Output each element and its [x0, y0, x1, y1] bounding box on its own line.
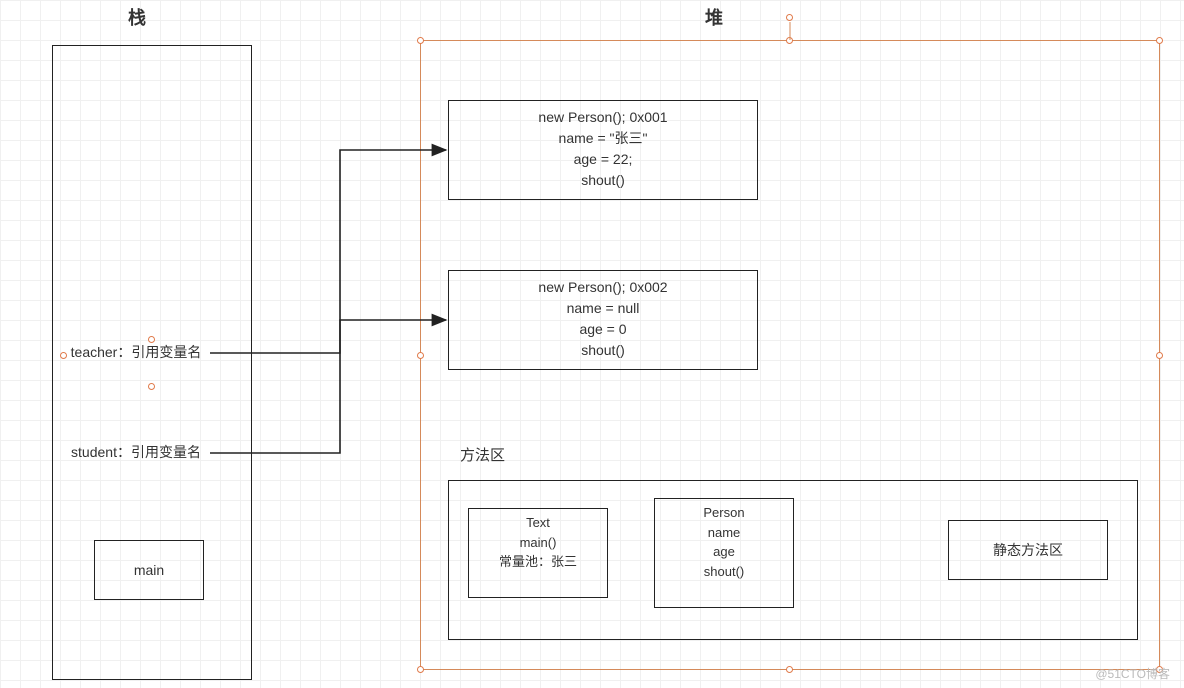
heap-obj2: new Person(); 0x002 name = null age = 0 …: [448, 270, 758, 370]
watermark: @51CTO博客: [1095, 665, 1170, 682]
handle-tm[interactable]: [786, 37, 793, 44]
main-text: main: [134, 560, 164, 581]
obj2-l2: name = null: [457, 298, 749, 319]
person-l1: Person: [659, 503, 789, 523]
person-l3: age: [659, 542, 789, 562]
handle-tl[interactable]: [417, 37, 424, 44]
obj1-l3: age = 22;: [457, 149, 749, 170]
student-text: student：引用变量名: [71, 444, 201, 460]
obj1-l2: name = "张三": [457, 128, 749, 149]
person-l4: shout(): [659, 562, 789, 582]
main-box: main: [94, 540, 204, 600]
handle-bm[interactable]: [786, 666, 793, 673]
method-static-box: 静态方法区: [948, 520, 1108, 580]
teacher-label[interactable]: teacher：引用变量名: [66, 342, 206, 363]
student-label: student：引用变量名: [66, 442, 206, 463]
handle-mr[interactable]: [1156, 352, 1163, 359]
heap-obj1: new Person(); 0x001 name = "张三" age = 22…: [448, 100, 758, 200]
teacher-handle-t[interactable]: [148, 336, 155, 343]
stack-title: 栈: [128, 4, 146, 30]
obj2-l1: new Person(); 0x002: [457, 277, 749, 298]
obj1-l1: new Person(); 0x001: [457, 107, 749, 128]
obj1-l4: shout(): [457, 170, 749, 191]
heap-title: 堆: [705, 4, 723, 30]
handle-tr[interactable]: [1156, 37, 1163, 44]
text-l1: Text: [473, 513, 603, 533]
obj2-l3: age = 0: [457, 319, 749, 340]
teacher-handle-l[interactable]: [60, 352, 67, 359]
teacher-text: teacher：引用变量名: [71, 344, 202, 360]
text-l2: main(): [473, 533, 603, 553]
handle-rotate[interactable]: [786, 14, 793, 21]
text-l3: 常量池：张三: [473, 552, 603, 572]
handle-bl[interactable]: [417, 666, 424, 673]
teacher-handle-b[interactable]: [148, 383, 155, 390]
method-person-box: Person name age shout(): [654, 498, 794, 608]
handle-ml[interactable]: [417, 352, 424, 359]
static-text: 静态方法区: [993, 540, 1063, 561]
method-text-box: Text main() 常量池：张三: [468, 508, 608, 598]
obj2-l4: shout(): [457, 340, 749, 361]
method-area-title: 方法区: [460, 445, 505, 468]
person-l2: name: [659, 523, 789, 543]
